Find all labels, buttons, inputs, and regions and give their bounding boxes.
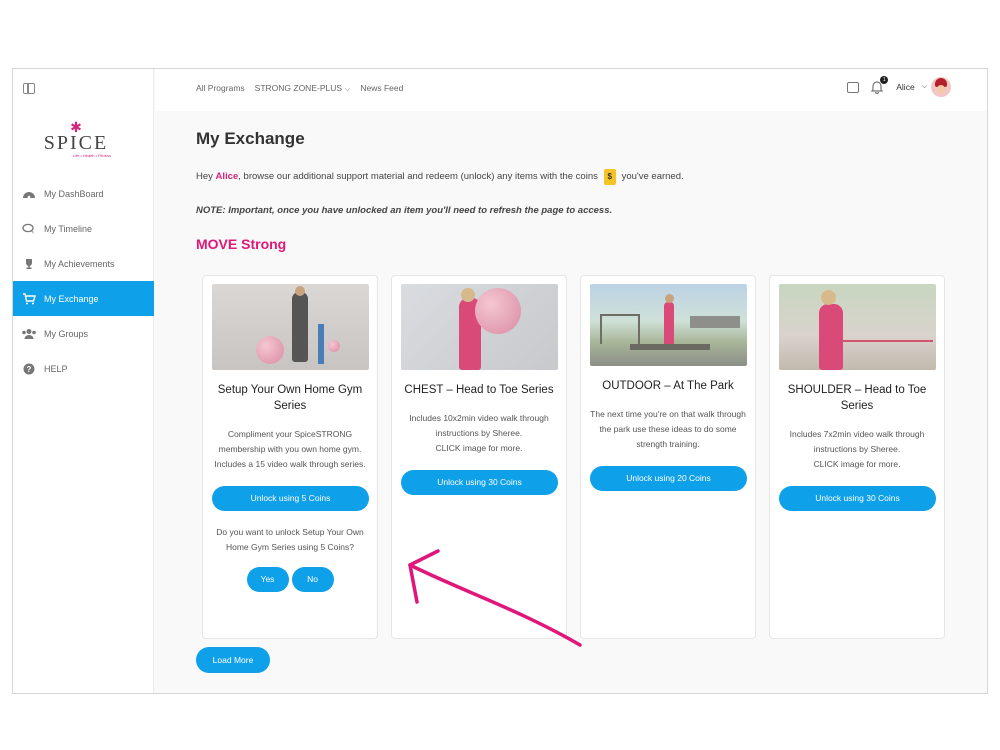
nav-strong-zone-plus-label: STRONG ZONE-PLUS (254, 83, 343, 93)
card-description: Includes 10x2min video walk through inst… (409, 413, 549, 453)
sidebar-item-label: My Exchange (44, 293, 99, 304)
sidebar-item-timeline[interactable]: My Timeline (13, 211, 154, 246)
chevron-down-icon: ⌵ (345, 86, 351, 93)
nav-strong-zone-plus[interactable]: STRONG ZONE-PLUS ⌵ (255, 83, 351, 94)
sidebar-toggle-icon[interactable] (23, 83, 35, 94)
card-title: SHOULDER – Head to Toe Series (787, 384, 927, 412)
unlock-button[interactable]: Unlock using 30 Coins (401, 470, 558, 495)
avatar (931, 77, 951, 97)
unlock-confirm-text: Do you want to unlock Setup Your Own Hom… (216, 527, 364, 552)
nav-news-feed[interactable]: News Feed (360, 83, 403, 94)
intro-suffix: you've earned. (621, 171, 684, 182)
logo-text: SPICE (43, 132, 109, 154)
intro-body: , browse our additional support material… (238, 171, 598, 182)
card-description: Compliment your SpiceSTRONG membership w… (214, 429, 366, 469)
card-title: Setup Your Own Home Gym Series (217, 384, 363, 412)
dashboard-icon (21, 187, 37, 201)
sidebar-item-label: My Achievements (44, 258, 115, 269)
notifications-bell[interactable]: 1 (871, 76, 889, 94)
card-title: CHEST – Head to Toe Series (404, 384, 554, 396)
trophy-icon (21, 257, 37, 271)
card-thumbnail[interactable] (401, 284, 558, 370)
exchange-card: OUTDOOR – At The Park The next time you'… (580, 275, 756, 639)
coin-icon: $ (603, 169, 616, 185)
groups-icon (21, 327, 37, 341)
load-more-button[interactable]: Load More (196, 647, 270, 673)
sidebar-item-groups[interactable]: My Groups (13, 316, 154, 351)
sidebar-item-help[interactable]: ? HELP (13, 351, 154, 386)
top-nav: All Programs STRONG ZONE-PLUS ⌵ News Feed (196, 83, 403, 94)
svg-text:?: ? (27, 365, 32, 374)
timeline-icon (21, 222, 37, 236)
user-menu[interactable]: Alice ⌵ (896, 77, 951, 97)
card-thumbnail[interactable] (590, 284, 747, 366)
exchange-card: Setup Your Own Home Gym Series Complimen… (202, 275, 378, 639)
chevron-down-icon: ⌵ (921, 83, 927, 90)
sidebar-item-label: My Timeline (44, 223, 93, 234)
sidebar-item-dashboard[interactable]: My DashBoard (13, 176, 154, 211)
card-title: OUTDOOR – At The Park (602, 380, 734, 392)
inbox-icon[interactable] (847, 81, 860, 93)
sidebar-nav: My DashBoard My Timeline My Achievements… (13, 176, 154, 386)
intro-prefix: Hey (196, 171, 213, 182)
exchange-card: SHOULDER – Head to Toe Series Includes 7… (769, 275, 945, 639)
confirm-buttons: Yes No (212, 567, 368, 592)
intro-text: Hey Alice, browse our additional support… (196, 169, 956, 185)
user-name: Alice (896, 82, 915, 92)
spice-logo[interactable]: ✱ SPICE Life • Health • Fitness (41, 120, 111, 161)
header-actions: 1 Alice ⌵ (847, 76, 951, 97)
sidebar-item-label: My DashBoard (44, 188, 104, 199)
sidebar: ✱ SPICE Life • Health • Fitness My DashB… (13, 69, 154, 693)
yes-button[interactable]: Yes (246, 567, 289, 592)
card-thumbnail[interactable] (212, 284, 369, 370)
intro-user-name: Alice (215, 171, 239, 182)
card-description: The next time you're on that walk throug… (590, 409, 746, 449)
exchange-card: CHEST – Head to Toe Series Includes 10x2… (391, 275, 567, 639)
unlock-button[interactable]: Unlock using 5 Coins (212, 486, 369, 511)
app-window: ✱ SPICE Life • Health • Fitness My DashB… (12, 68, 988, 694)
unlock-button[interactable]: Unlock using 20 Coins (590, 466, 747, 491)
sidebar-item-exchange[interactable]: My Exchange (13, 281, 154, 316)
main-content: My Exchange Hey Alice, browse our additi… (196, 111, 956, 673)
page-title: My Exchange (196, 129, 305, 148)
top-bar: All Programs STRONG ZONE-PLUS ⌵ News Feed… (155, 69, 987, 111)
section-heading: MOVE Strong (196, 236, 287, 252)
unlock-button[interactable]: Unlock using 30 Coins (779, 486, 936, 511)
sidebar-item-achievements[interactable]: My Achievements (13, 246, 154, 281)
cart-icon (21, 292, 37, 306)
sidebar-item-label: HELP (44, 363, 68, 374)
card-description: Includes 7x2min video walk through instr… (789, 429, 925, 469)
important-note: NOTE: Important, once you have unlocked … (196, 205, 613, 216)
nav-all-programs[interactable]: All Programs (196, 83, 245, 94)
card-thumbnail[interactable] (779, 284, 936, 370)
exchange-cards: Setup Your Own Home Gym Series Complimen… (202, 275, 945, 639)
help-icon: ? (21, 362, 37, 376)
sidebar-item-label: My Groups (44, 328, 89, 339)
notification-count-badge: 1 (880, 76, 889, 84)
no-button[interactable]: No (291, 567, 334, 592)
